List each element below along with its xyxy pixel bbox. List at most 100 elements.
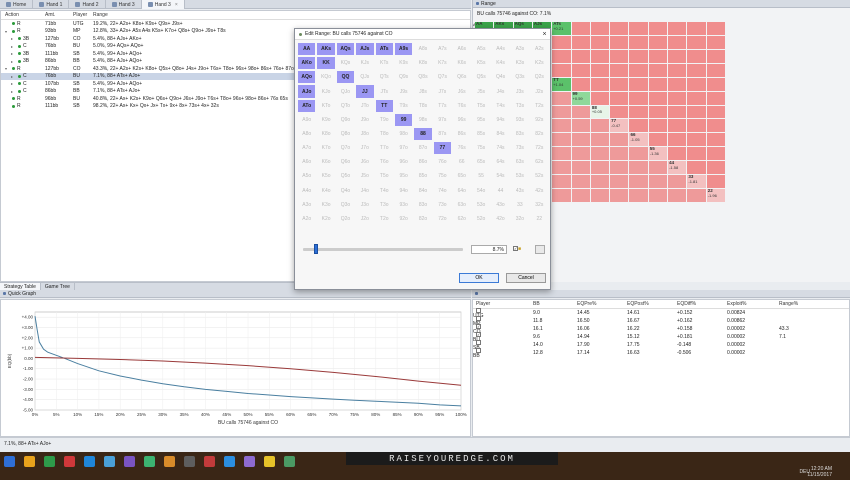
expand-icon[interactable]: ▸ [11, 44, 16, 49]
range-cell[interactable]: 44 [491, 184, 510, 197]
range-cell[interactable]: 84s [491, 127, 510, 141]
range-cell[interactable]: 55 [472, 170, 490, 183]
hand-cell[interactable] [590, 63, 610, 77]
tab-3[interactable]: Hand 3 [106, 0, 142, 9]
hand-cell[interactable] [571, 189, 590, 202]
hand-cell[interactable] [629, 35, 648, 49]
range-cell[interactable]: 63o [453, 198, 471, 211]
range-cell[interactable]: 98o [394, 127, 413, 141]
hand-cell[interactable] [668, 77, 687, 91]
hand-cell[interactable] [629, 63, 648, 77]
range-cell[interactable]: T9s [394, 99, 413, 112]
hand-cell[interactable] [706, 133, 725, 147]
range-cell[interactable]: TT [375, 99, 393, 112]
hand-cell[interactable] [648, 77, 668, 91]
taskbar-app-icon[interactable] [4, 456, 15, 467]
hand-cell[interactable] [668, 133, 687, 147]
range-cell[interactable]: 74s [491, 142, 510, 155]
range-cell[interactable]: K2s [530, 57, 548, 70]
range-cell[interactable]: 85o [414, 170, 432, 183]
range-cell[interactable]: K8o [317, 127, 335, 141]
hand-cell[interactable] [590, 175, 610, 189]
range-cell[interactable]: K9s [394, 57, 413, 70]
range-cell[interactable]: Q3o [336, 198, 355, 211]
hand-cell[interactable] [552, 63, 571, 77]
hand-cell[interactable] [706, 91, 725, 105]
range-cell[interactable]: 86o [414, 156, 432, 169]
bottom-tab-1[interactable]: Game Tree [41, 283, 75, 290]
hand-cell[interactable] [629, 49, 648, 63]
range-cell[interactable]: J3o [356, 198, 374, 211]
range-cell[interactable]: J3s [511, 85, 529, 98]
range-cell[interactable]: Q6s [453, 71, 471, 84]
hand-cell[interactable] [590, 77, 610, 91]
range-cell[interactable]: T9o [375, 113, 393, 126]
range-cell[interactable]: 77 [433, 142, 452, 155]
hand-cell[interactable] [552, 119, 571, 133]
range-cell[interactable]: AKs [317, 43, 335, 56]
range-cell[interactable]: 73s [511, 142, 529, 155]
hand-cell[interactable] [590, 91, 610, 105]
range-cell[interactable]: J7s [433, 85, 452, 98]
range-cell[interactable]: A7s [433, 43, 452, 56]
range-cell[interactable]: 54o [472, 184, 490, 197]
range-cell[interactable]: T2s [530, 99, 548, 112]
range-cell[interactable]: T2o [375, 212, 393, 225]
range-cell[interactable]: 54s [491, 170, 510, 183]
range-cell[interactable]: Q8o [336, 127, 355, 141]
range-cell[interactable]: Q7s [433, 71, 452, 84]
range-cell[interactable]: 43o [491, 198, 510, 211]
hand-cell[interactable] [629, 119, 648, 133]
range-cell[interactable]: 92o [394, 212, 413, 225]
hand-cell[interactable] [687, 161, 706, 175]
system-clock[interactable]: 12:20 AM 11/15/2017 [807, 466, 832, 478]
range-cell[interactable]: 86s [453, 127, 471, 141]
range-cell[interactable]: AJo [298, 85, 316, 98]
hand-cell[interactable]: 33 -1.81 [687, 175, 706, 189]
hand-cell[interactable] [648, 189, 668, 202]
range-cell[interactable]: K7o [317, 142, 335, 155]
expand-icon[interactable]: ▸ [11, 81, 16, 86]
taskbar-app-icon[interactable] [164, 456, 175, 467]
hand-cell[interactable] [687, 147, 706, 161]
hand-cell[interactable] [590, 161, 610, 175]
hand-cell[interactable] [706, 35, 725, 49]
range-cell[interactable]: KTo [317, 99, 335, 112]
range-cell[interactable]: 87o [414, 142, 432, 155]
hand-cell[interactable] [706, 63, 725, 77]
range-cell[interactable]: 33 [511, 198, 529, 211]
expand-icon[interactable]: ▸ [11, 51, 16, 56]
hand-cell[interactable]: 99 +0.59 [571, 91, 590, 105]
expand-icon[interactable]: ▾ [5, 66, 10, 71]
range-cell[interactable]: JTs [375, 85, 393, 98]
range-cell[interactable]: Q6o [336, 156, 355, 169]
range-cell[interactable]: K8s [414, 57, 432, 70]
hand-cell[interactable] [571, 147, 590, 161]
hand-cell[interactable] [706, 175, 725, 189]
hand-cell[interactable] [610, 49, 629, 63]
range-cell[interactable]: A8s [414, 43, 432, 56]
range-cell[interactable]: Q9s [394, 71, 413, 84]
range-cell[interactable]: T5s [472, 99, 490, 112]
range-cell[interactable]: KTs [375, 57, 393, 70]
hand-cell[interactable] [706, 105, 725, 119]
hand-cell[interactable] [552, 161, 571, 175]
range-cell[interactable]: Q2o [336, 212, 355, 225]
range-cell[interactable]: 94s [491, 113, 510, 126]
hand-cell[interactable] [571, 35, 590, 49]
range-cell[interactable]: A3s [511, 43, 529, 56]
range-cell[interactable]: J4s [491, 85, 510, 98]
range-cell[interactable]: AQo [298, 71, 316, 84]
hand-cell[interactable] [706, 77, 725, 91]
range-cell[interactable]: 52o [472, 212, 490, 225]
hand-cell[interactable] [610, 77, 629, 91]
hand-cell[interactable] [668, 22, 687, 35]
range-cell[interactable]: J5o [356, 170, 374, 183]
hand-cell[interactable] [571, 175, 590, 189]
range-cell[interactable]: A2o [298, 212, 316, 225]
expand-icon[interactable]: ▸ [11, 89, 16, 94]
hand-cell[interactable] [687, 119, 706, 133]
range-cell[interactable]: QJs [356, 71, 374, 84]
hand-cell[interactable] [648, 49, 668, 63]
hand-cell[interactable] [706, 147, 725, 161]
